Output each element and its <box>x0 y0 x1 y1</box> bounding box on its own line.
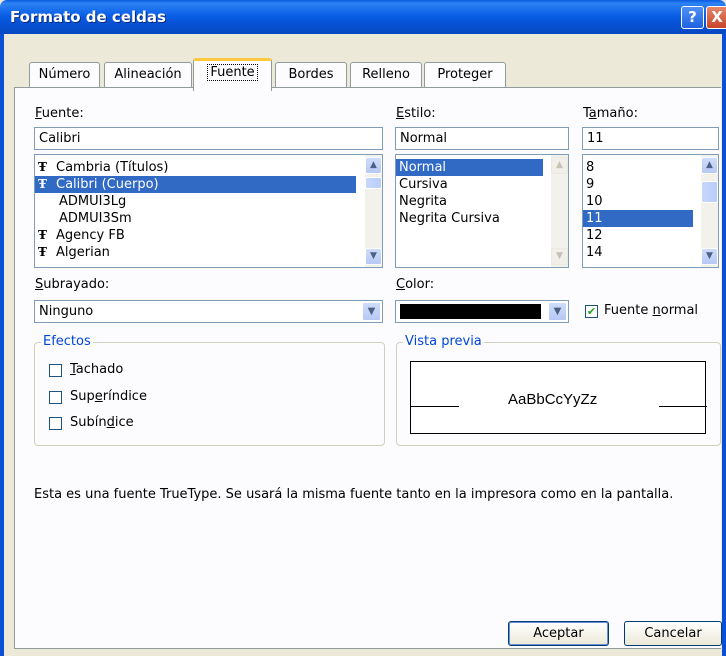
font-list-item[interactable]: Ŧ Cambria (Títulos) <box>35 159 382 176</box>
tab-numero[interactable]: Número <box>29 62 100 88</box>
superscript-checkbox[interactable] <box>49 391 62 404</box>
size-list-item[interactable]: 10 <box>583 193 718 210</box>
truetype-icon: Ŧ <box>38 160 47 174</box>
scroll-up-icon: ▲ <box>551 157 568 174</box>
tab-bordes[interactable]: Bordes <box>275 62 347 88</box>
font-list-item[interactable]: Ŧ Agency FB <box>35 227 382 244</box>
scroll-thumb[interactable] <box>701 181 718 203</box>
scroll-down-icon[interactable]: ▼ <box>701 248 718 265</box>
effects-title: Efectos <box>41 334 93 349</box>
tab-relleno[interactable]: Relleno <box>350 62 422 88</box>
font-input[interactable]: Calibri <box>34 127 383 150</box>
color-label: Color: <box>396 277 435 292</box>
chevron-down-icon[interactable]: ▼ <box>548 302 567 321</box>
chevron-down-icon[interactable]: ▼ <box>362 302 381 321</box>
title-bar: Formato de celdas ? X <box>0 0 726 34</box>
style-list-item[interactable]: Negrita <box>396 193 568 210</box>
tab-fuente[interactable]: Fuente <box>193 58 272 91</box>
tab-label: Número <box>38 67 91 82</box>
subscript-label[interactable]: Subíndice <box>70 415 134 430</box>
tab-proteger[interactable]: Proteger <box>424 62 506 88</box>
preview-box: AaBbCcYyZz <box>410 361 707 434</box>
color-swatch <box>400 304 541 319</box>
size-label: Tamaño: <box>583 106 638 121</box>
color-select[interactable]: ▼ <box>395 300 569 323</box>
underline-select[interactable]: Ninguno ▼ <box>34 300 383 323</box>
size-list-item[interactable]: 14 <box>583 244 718 261</box>
preview-sample: AaBbCcYyZz <box>508 391 598 408</box>
font-list-item[interactable]: Ŧ Algerian <box>35 244 382 261</box>
font-list-scrollbar[interactable]: ▲ ▼ <box>365 155 382 267</box>
tab-label: Alineación <box>114 67 182 82</box>
style-list-item[interactable]: Negrita Cursiva <box>396 210 568 227</box>
window-title: Formato de celdas <box>10 8 166 26</box>
preview-baseline-right <box>659 406 707 407</box>
subscript-checkbox[interactable] <box>49 417 62 430</box>
size-list-item[interactable]: 8 <box>583 159 718 176</box>
truetype-icon: Ŧ <box>38 245 47 259</box>
scroll-up-icon[interactable]: ▲ <box>365 157 382 174</box>
cancel-button[interactable]: Cancelar <box>624 621 722 646</box>
style-label: Estilo: <box>396 106 436 121</box>
size-list-item[interactable]: 9 <box>583 176 718 193</box>
normal-font-checkbox[interactable]: ✔ <box>585 305 598 318</box>
truetype-icon: Ŧ <box>38 228 47 242</box>
help-button[interactable]: ? <box>681 6 704 29</box>
size-input[interactable]: 11 <box>582 127 719 150</box>
close-button[interactable]: X <box>706 6 726 29</box>
normal-font-label[interactable]: Fuente normal <box>604 303 698 318</box>
tab-label: Fuente <box>207 64 258 81</box>
font-list-item[interactable]: ADMUI3Sm <box>35 210 382 227</box>
font-list-item[interactable]: ADMUI3Lg <box>35 193 382 210</box>
font-label: Fuente: <box>35 106 84 121</box>
style-input[interactable]: Normal <box>395 127 569 150</box>
size-list-scrollbar[interactable]: ▲ ▼ <box>701 155 718 267</box>
underline-label: Subrayado: <box>35 277 110 292</box>
size-list-item[interactable]: 12 <box>583 227 718 244</box>
superscript-label[interactable]: Superíndice <box>70 389 147 404</box>
size-list-item[interactable]: 11 <box>583 210 693 227</box>
style-list-scrollbar: ▲ ▼ <box>551 155 568 267</box>
preview-baseline-left <box>411 406 459 407</box>
scroll-down-icon: ▼ <box>551 248 568 265</box>
scroll-up-icon[interactable]: ▲ <box>701 157 718 174</box>
truetype-icon: Ŧ <box>38 177 47 191</box>
style-list-item[interactable]: Cursiva <box>396 176 568 193</box>
scroll-thumb[interactable] <box>365 177 382 189</box>
font-list[interactable]: Ŧ Cambria (Títulos) Ŧ Calibri (Cuerpo) ADM… <box>34 154 383 268</box>
truetype-info: Esta es una fuente TrueType. Se usará la… <box>34 487 674 502</box>
size-list[interactable]: 8 9 10 11 12 14 ▲ ▼ <box>582 154 719 268</box>
window-frame-left <box>0 34 4 656</box>
tab-label: Proteger <box>437 67 493 82</box>
ok-button[interactable]: Aceptar <box>508 621 609 646</box>
font-list-item[interactable]: Ŧ Calibri (Cuerpo) <box>35 176 356 193</box>
window-frame-right <box>722 34 726 656</box>
tab-label: Bordes <box>288 67 334 82</box>
strikethrough-checkbox[interactable] <box>49 364 62 377</box>
tab-label: Relleno <box>362 67 410 82</box>
scroll-down-icon[interactable]: ▼ <box>365 248 382 265</box>
tab-alineacion[interactable]: Alineación <box>104 62 192 88</box>
style-list[interactable]: Normal Cursiva Negrita Negrita Cursiva ▲… <box>395 154 569 268</box>
preview-title: Vista previa <box>403 334 484 349</box>
style-list-item[interactable]: Normal <box>396 159 543 176</box>
strikethrough-label[interactable]: Tachado <box>70 362 123 377</box>
underline-value: Ninguno <box>39 304 94 319</box>
